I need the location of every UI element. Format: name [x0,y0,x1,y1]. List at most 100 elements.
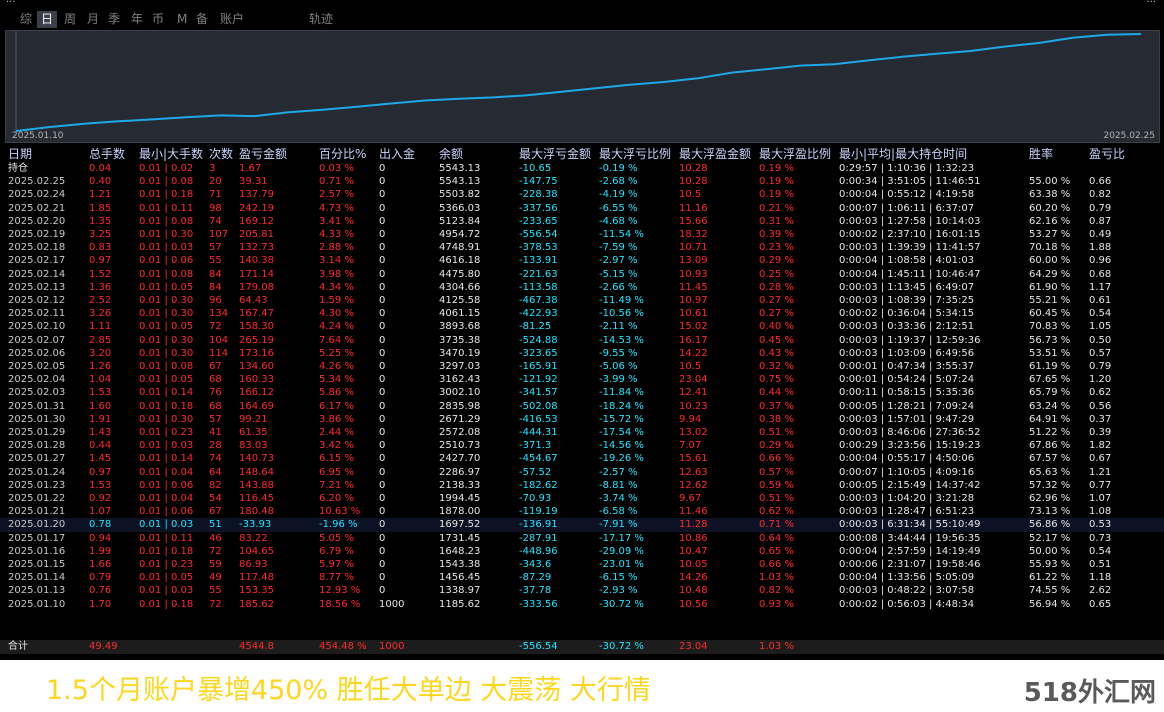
table-row[interactable]: 2025.01.29 1.43 0.01 | 0.23 41 61.35 2.44 % 0 2… [0,426,1164,439]
table-cell: 1.70 [89,598,112,610]
column-header[interactable]: 日期 [8,147,32,162]
table-row[interactable]: 2025.01.13 0.76 0.01 | 0.03 55 153.35 12.93 %… [0,584,1164,597]
table-cell: 180.48 [239,506,274,518]
table-cell: 12.93 % [319,585,361,597]
table-cell: 0.29 % [759,255,794,267]
table-cell: 0.01 | 0.06 [139,479,194,491]
table-cell: 0.65 % [759,545,794,557]
table-row[interactable]: 2025.02.19 3.25 0.01 | 0.30 107 205.81 4.33 %… [0,228,1164,241]
table-row[interactable]: 2025.02.24 1.21 0.01 | 0.18 71 137.79 2.57 % 0… [0,188,1164,201]
table-cell: 10.97 [679,295,708,306]
open-positions-row[interactable]: 持仓 0.04 0.01 | 0.02 3 1.67 0.03 % 0 5543.13 -10.… [0,162,1164,175]
table-row[interactable]: 2025.02.03 1.53 0.01 | 0.14 76 166.12 5.86 % 0… [0,386,1164,399]
table-row[interactable]: 2025.01.20 0.78 0.01 | 0.03 51 -33.93 -1.96 %… [0,518,1164,532]
table-row[interactable]: 2025.01.27 1.45 0.01 | 0.14 74 140.73 6.15 % 0… [0,452,1164,465]
table-row[interactable]: 2025.02.10 1.11 0.01 | 0.05 72 158.30 4.24 % 0… [0,320,1164,333]
table-cell: -11.54 % [599,229,644,240]
table-row[interactable]: 2025.02.25 0.40 0.01 | 0.08 20 39.31 0.71 % 0 5… [0,175,1164,188]
table-cell: 4.26 % [319,361,354,372]
table-cell: 0:00:04 | 2:57:59 | 14:19:49 [839,545,981,557]
table-cell: 0.01 | 0.30 [139,229,194,240]
column-header[interactable]: 最小|大手数 [139,147,203,162]
table-row[interactable]: 2025.02.07 2.85 0.01 | 0.30 104 265.19 7.64 %… [0,334,1164,347]
table-cell: 50.00 % [1029,545,1071,557]
table-cell: 143.88 [239,479,274,491]
table-row[interactable]: 2025.02.17 0.97 0.01 | 0.06 55 140.38 3.14 % 0… [0,254,1164,267]
table-cell: 53.51 % [1029,347,1071,359]
column-header[interactable]: 百分比% [319,147,366,162]
table-cell: 7.64 % [319,334,354,346]
table-row[interactable]: 2025.02.21 1.85 0.01 | 0.11 98 242.19 4.73 % 0… [0,202,1164,215]
table-cell: 6.95 % [319,466,354,478]
table-row[interactable]: 2025.02.14 1.52 0.01 | 0.08 84 171.14 3.98 % 0… [0,268,1164,281]
table-row[interactable]: 2025.02.18 0.83 0.01 | 0.03 57 132.73 2.88 % 0… [0,241,1164,254]
table-cell: 0:00:03 | 1:27:58 | 10:14:03 [839,215,981,227]
column-header[interactable]: 总手数 [89,147,125,162]
trading-stats-window: ... ... 综日周月季年币M备账户 轨迹 2025.01.10 2025.02… [0,0,1164,660]
column-header[interactable]: 出入金 [379,147,415,162]
column-header[interactable]: 最大浮亏比例 [599,147,671,162]
table-row[interactable]: 2025.02.06 3.20 0.01 | 0.30 114 173.16 5.25 %… [0,347,1164,360]
table-row[interactable]: 2025.01.22 0.92 0.01 | 0.04 54 116.45 6.20 % 0… [0,492,1164,505]
table-row[interactable]: 2025.01.24 0.97 0.01 | 0.04 64 148.64 6.95 % 0… [0,466,1164,479]
table-cell: 1.11 [89,321,112,333]
table-cell: 2025.01.22 [8,493,66,504]
table-row[interactable]: 2025.01.14 0.79 0.01 | 0.05 49 117.48 8.77 % 0… [0,571,1164,584]
column-header[interactable]: 胜率 [1029,147,1053,162]
table-row[interactable]: 2025.01.23 1.53 0.01 | 0.06 82 143.88 7.21 % 0… [0,479,1164,492]
tab-3[interactable]: 月 [83,11,103,28]
tab-9[interactable]: 账户 [216,11,248,28]
table-cell: 2025.02.07 [8,334,66,346]
table-cell: 0 [379,427,386,438]
table-row[interactable]: 2025.02.11 3.26 0.01 | 0.30 134 167.47 4.30 %… [0,307,1164,320]
table-row[interactable]: 2025.01.31 1.60 0.01 | 0.18 68 164.69 6.17 % 0… [0,400,1164,413]
table-cell: 60.45 % [1029,308,1071,320]
tab-0[interactable]: 综 [16,11,36,28]
column-header[interactable]: 最小|平均|最大持仓时间 [839,147,967,162]
table-cell: 13.02 [679,427,708,438]
table-row[interactable]: 2025.01.21 1.07 0.01 | 0.06 67 180.48 10.63 %… [0,505,1164,518]
table-cell: 153.35 [239,585,274,597]
column-header[interactable]: 余额 [439,147,463,162]
table-cell: 2025.01.13 [8,585,66,597]
table-cell: 4.33 % [319,229,354,240]
table-cell: 0.19 % [759,163,794,174]
table-cell: 0:00:01 | 0:47:34 | 3:55:37 [839,361,975,372]
column-header[interactable]: 最大浮盈比例 [759,147,831,162]
table-row[interactable]: 2025.02.04 1.04 0.01 | 0.05 68 160.33 5.34 % 0… [0,373,1164,386]
table-row[interactable]: 2025.01.30 1.91 0.01 | 0.30 57 99.21 3.86 % 0 2… [0,413,1164,426]
tab-2[interactable]: 周 [60,11,80,28]
tab-1[interactable]: 日 [37,11,58,28]
table-cell: 1.43 [89,427,112,438]
table-row[interactable]: 2025.01.15 1.66 0.01 | 0.23 59 86.93 5.97 % 0 1… [0,558,1164,571]
column-header[interactable]: 盈亏金额 [239,147,287,162]
table-cell: 0:00:03 | 1:57:01 | 9:47:29 [839,413,975,425]
column-header[interactable]: 最大浮亏金额 [519,147,591,162]
column-header[interactable]: 次数 [209,147,233,162]
table-cell: 0.01 | 0.03 [139,585,194,597]
table-cell: 134.60 [239,361,274,372]
column-header[interactable]: 最大浮盈金额 [679,147,751,162]
table-row[interactable]: 2025.02.05 1.26 0.01 | 0.08 67 134.60 4.26 % 0… [0,360,1164,373]
tab-7[interactable]: M [173,11,191,28]
table-row[interactable]: 2025.02.12 2.52 0.01 | 0.30 96 64.43 1.59 % 0 4… [0,294,1164,307]
tab-8[interactable]: 备 [192,11,212,28]
table-cell: 3.20 [89,347,112,359]
column-header[interactable]: 盈亏比 [1089,147,1125,162]
table-row[interactable]: 2025.01.28 0.44 0.01 | 0.03 28 83.03 3.42 % 0 2… [0,439,1164,452]
table-cell: 0.23 % [759,242,794,254]
table-row[interactable]: 2025.01.17 0.94 0.01 | 0.11 46 83.22 5.05 % 0 1… [0,532,1164,545]
table-row[interactable]: 2025.01.16 1.99 0.01 | 0.18 72 104.65 6.79 % 0… [0,545,1164,558]
tab-6[interactable]: 币 [148,11,168,28]
table-row[interactable]: 2025.02.20 1.35 0.01 | 0.08 74 169.12 3.41 % 0… [0,215,1164,228]
tab-5[interactable]: 年 [127,11,147,28]
table-cell: -119.19 [519,506,558,518]
chart-end-date: 2025.02.25 [1103,131,1155,141]
table-cell: 12.63 [679,466,708,478]
tab-4[interactable]: 季 [104,11,124,28]
table-row[interactable]: 2025.01.10 1.70 0.01 | 0.18 72 185.62 18.56 %… [0,598,1164,611]
table-cell: 0.01 | 0.30 [139,347,194,359]
table-row[interactable]: 2025.02.13 1.36 0.01 | 0.05 84 179.08 4.34 % 0… [0,281,1164,294]
tab-10[interactable]: 轨迹 [305,11,337,28]
table-cell: -371.3 [519,440,552,452]
